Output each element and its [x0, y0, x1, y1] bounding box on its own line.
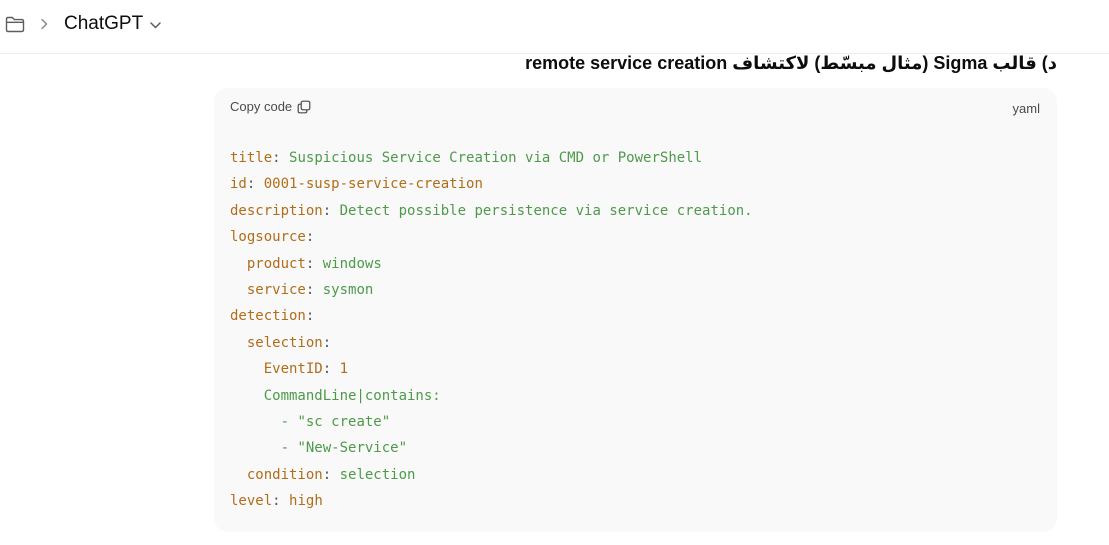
- yaml-colon: :: [272, 150, 281, 166]
- yaml-key: service: [246, 282, 306, 299]
- code-content[interactable]: title: Suspicious Service Creation via C…: [230, 145, 753, 515]
- code-line: EventID: 1: [230, 361, 348, 377]
- code-line: id: 0001-susp-service-creation: [230, 176, 483, 192]
- yaml-key: condition: [246, 466, 323, 483]
- top-bar: ChatGPT: [0, 0, 1109, 54]
- yaml-value: windows: [322, 255, 382, 272]
- yaml-colon: :: [322, 334, 332, 351]
- yaml-list-item: "New-Service": [297, 440, 408, 457]
- yaml-colon: :: [305, 255, 315, 272]
- yaml-list-item: "sc create": [297, 414, 391, 431]
- yaml-value: 1: [339, 361, 349, 378]
- code-line: description: Detect possible persistence…: [230, 203, 753, 219]
- code-line: condition: selection: [230, 466, 416, 483]
- yaml-dash: -: [280, 414, 298, 431]
- model-selector[interactable]: ChatGPT: [64, 13, 162, 35]
- chevron-down-icon: [150, 21, 161, 28]
- yaml-value: Detect possible persistence via service …: [339, 202, 753, 219]
- yaml-colon: :: [272, 493, 281, 510]
- yaml-colon: :: [432, 387, 441, 404]
- message-heading: د) قالب Sigma (مثال مبسّط) لاكتشاف remot…: [525, 53, 1057, 73]
- yaml-colon: :: [322, 361, 332, 378]
- chevron-right-icon: [41, 18, 48, 30]
- yaml-colon: :: [305, 282, 315, 299]
- yaml-key: CommandLine|contains: [263, 387, 433, 404]
- code-line: CommandLine|contains:: [230, 388, 441, 404]
- yaml-value: sysmon: [322, 282, 374, 299]
- yaml-colon: :: [305, 308, 315, 325]
- yaml-colon: :: [246, 176, 256, 193]
- code-line: logsource:: [230, 229, 314, 245]
- app-title: ChatGPT: [64, 13, 144, 34]
- code-line: selection:: [230, 335, 331, 351]
- yaml-key: product: [246, 255, 306, 272]
- yaml-key: title: [230, 150, 273, 166]
- code-line: level: high: [230, 493, 323, 509]
- yaml-value: high: [289, 493, 323, 510]
- yaml-value: selection: [339, 466, 416, 483]
- copy-code-button[interactable]: Copy code: [230, 99, 311, 114]
- code-line: - "New-Service": [230, 440, 407, 456]
- code-line: service: sysmon: [230, 282, 373, 298]
- copy-code-label: Copy code: [230, 99, 293, 114]
- yaml-key: id: [230, 176, 247, 193]
- yaml-key: EventID: [263, 361, 323, 378]
- code-line: product: windows: [230, 256, 382, 272]
- code-line: detection:: [230, 308, 314, 324]
- yaml-dash: -: [280, 440, 298, 457]
- yaml-key: description: [230, 202, 323, 219]
- yaml-key: logsource: [230, 229, 306, 246]
- yaml-key: selection: [246, 334, 323, 351]
- code-line: title: Suspicious Service Creation via C…: [230, 150, 702, 166]
- code-language-label: yaml: [1012, 101, 1040, 116]
- yaml-value: Suspicious Service Creation via CMD or P…: [289, 150, 703, 166]
- code-line: - "sc create": [230, 414, 391, 431]
- folder-icon[interactable]: [5, 16, 25, 33]
- yaml-colon: :: [322, 202, 332, 219]
- yaml-colon: :: [322, 466, 332, 483]
- code-block: Copy code yaml title: Suspicious Service…: [214, 88, 1057, 532]
- copy-icon: [297, 100, 311, 113]
- yaml-colon: :: [305, 229, 315, 246]
- yaml-value: 0001-susp-service-creation: [263, 176, 483, 193]
- yaml-key: detection: [230, 308, 306, 325]
- yaml-key: level: [230, 493, 273, 510]
